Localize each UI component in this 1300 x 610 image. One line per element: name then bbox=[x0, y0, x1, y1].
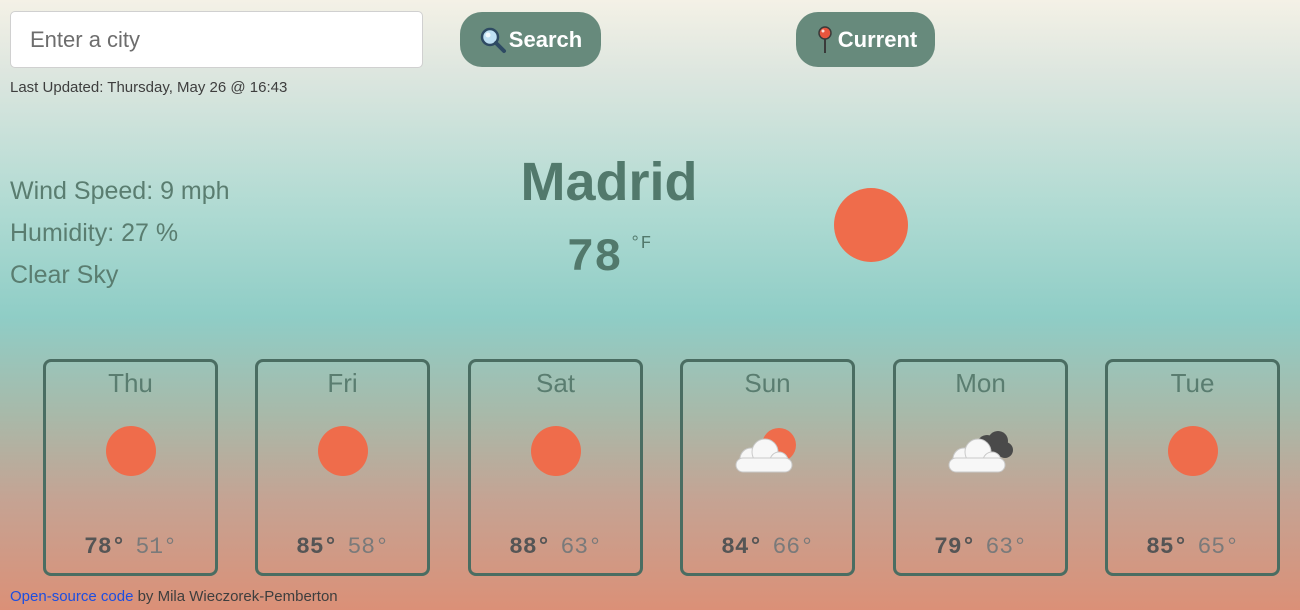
sun-icon bbox=[105, 425, 157, 477]
sun-icon bbox=[1167, 425, 1219, 477]
author-credit: by Mila Wieczorek-Pemberton bbox=[133, 588, 338, 605]
pushpin-icon bbox=[814, 25, 836, 54]
sun-icon bbox=[317, 425, 369, 477]
forecast-temps: 85° 65° bbox=[1108, 534, 1277, 560]
low-temp: 65° bbox=[1197, 534, 1239, 560]
high-temp: 85° bbox=[296, 534, 338, 560]
forecast-day: Sat bbox=[535, 368, 576, 398]
forecast-temps: 85° 58° bbox=[258, 534, 427, 560]
forecast-card: Mon 79° 63° bbox=[893, 359, 1068, 576]
high-temp: 85° bbox=[1146, 534, 1188, 560]
forecast-temps: 88° 63° bbox=[471, 534, 640, 560]
high-temp: 88° bbox=[509, 534, 551, 560]
temperature-unit: °F bbox=[629, 234, 652, 254]
forecast-temps: 79° 63° bbox=[896, 534, 1065, 560]
footer: Open-source code by Mila Wieczorek-Pembe… bbox=[10, 588, 338, 605]
forecast-day: Tue bbox=[1170, 368, 1215, 398]
high-temp: 84° bbox=[721, 534, 763, 560]
forecast-card: Thu 78° 51° bbox=[43, 359, 218, 576]
weather-description: Clear Sky bbox=[10, 261, 119, 289]
low-temp: 51° bbox=[135, 534, 177, 560]
broken-clouds-icon bbox=[943, 425, 1015, 477]
search-button[interactable]: Search bbox=[460, 12, 601, 67]
sun-icon bbox=[530, 425, 582, 477]
forecast-temps: 78° 51° bbox=[46, 534, 215, 560]
forecast-card: Sat 88° 63° bbox=[468, 359, 643, 576]
forecast-day: Thu bbox=[108, 368, 153, 398]
low-temp: 63° bbox=[985, 534, 1027, 560]
wind-speed: Wind Speed: 9 mph bbox=[10, 177, 230, 205]
search-button-label: Search bbox=[508, 26, 583, 52]
high-temp: 78° bbox=[84, 534, 126, 560]
low-temp: 66° bbox=[772, 534, 814, 560]
forecast-temps: 84° 66° bbox=[683, 534, 852, 560]
forecast-day: Mon bbox=[955, 368, 1006, 398]
humidity: Humidity: 27 % bbox=[10, 219, 179, 247]
source-code-link[interactable]: Open-source code bbox=[10, 588, 133, 605]
forecast-day: Fri bbox=[327, 368, 358, 398]
high-temp: 79° bbox=[934, 534, 976, 560]
city-name: Madrid bbox=[520, 152, 698, 212]
forecast-card: Sun 84° 66° bbox=[680, 359, 855, 576]
partly-cloudy-icon bbox=[730, 425, 802, 477]
sun-icon bbox=[834, 188, 908, 262]
forecast-day: Sun bbox=[744, 368, 791, 398]
forecast-card: Fri 85° 58° bbox=[255, 359, 430, 576]
forecast-card: Tue 85° 65° bbox=[1105, 359, 1280, 576]
current-temperature: 78 °F bbox=[470, 232, 748, 284]
magnifier-icon bbox=[479, 26, 507, 54]
search-input[interactable] bbox=[10, 11, 423, 68]
low-temp: 63° bbox=[560, 534, 602, 560]
temperature-value: 78 bbox=[566, 232, 622, 284]
weather-details: Wind Speed: 9 mph Humidity: 27 % Clear S… bbox=[10, 170, 230, 296]
low-temp: 58° bbox=[347, 534, 389, 560]
current-button-label: Current bbox=[837, 26, 918, 52]
current-location-button[interactable]: Current bbox=[796, 12, 935, 67]
last-updated: Last Updated: Thursday, May 26 @ 16:43 bbox=[10, 79, 288, 96]
